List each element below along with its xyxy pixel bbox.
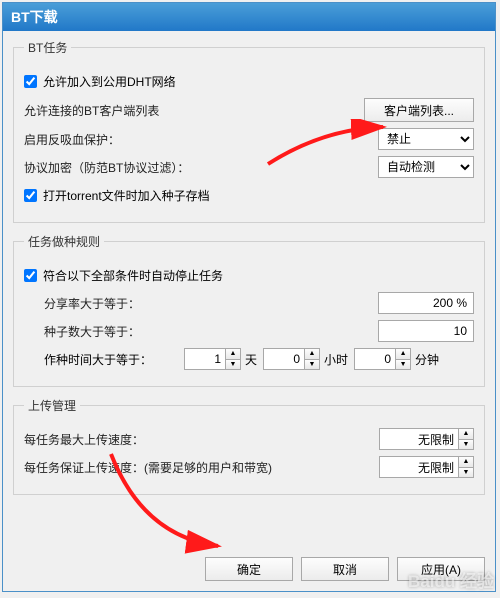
ok-button[interactable]: 确定 bbox=[205, 557, 293, 581]
group-seed-rule: 任务做种规则 符合以下全部条件时自动停止任务 分享率大于等于： 种子数大于等于：… bbox=[13, 233, 485, 387]
legend-seed-rule: 任务做种规则 bbox=[24, 233, 104, 250]
row-guarantee-upload: 每任务保证上传速度：(需要足够的用户和带宽) ▲ ▼ bbox=[24, 456, 474, 478]
spin-up-icon[interactable]: ▲ bbox=[459, 456, 474, 467]
input-max-upload[interactable] bbox=[379, 428, 459, 450]
spin-up-icon[interactable]: ▲ bbox=[396, 348, 411, 359]
label-client-list: 允许连接的BT客户端列表 bbox=[24, 102, 364, 119]
spin-up-icon[interactable]: ▲ bbox=[226, 348, 241, 359]
label-share-ratio: 分享率大于等于： bbox=[44, 295, 378, 312]
content-area: BT任务 允许加入到公用DHT网络 允许连接的BT客户端列表 客户端列表... … bbox=[3, 31, 495, 548]
spin-down-icon[interactable]: ▼ bbox=[459, 439, 474, 451]
input-share-ratio[interactable] bbox=[378, 292, 474, 314]
label-max-upload: 每任务最大上传速度： bbox=[24, 431, 379, 448]
label-encrypt: 协议加密（防范BT协议过滤）： bbox=[24, 159, 378, 176]
group-upload: 上传管理 每任务最大上传速度： ▲ ▼ 每任务保证上传速度：(需要足够的用户和带… bbox=[13, 397, 485, 495]
titlebar: BT下载 bbox=[3, 3, 495, 31]
group-bt-task: BT任务 允许加入到公用DHT网络 允许连接的BT客户端列表 客户端列表... … bbox=[13, 39, 485, 223]
row-archive: 打开torrent文件时加入种子存档 bbox=[24, 184, 474, 206]
row-dht: 允许加入到公用DHT网络 bbox=[24, 70, 474, 92]
unit-mins: 分钟 bbox=[415, 351, 439, 368]
input-mins[interactable] bbox=[354, 348, 396, 370]
row-seed-time: 作种时间大于等于： ▲ ▼ 天 ▲ ▼ 小时 bbox=[24, 348, 474, 370]
checkbox-archive[interactable] bbox=[24, 189, 37, 202]
label-stop-cond: 符合以下全部条件时自动停止任务 bbox=[43, 267, 223, 284]
legend-bt-task: BT任务 bbox=[24, 39, 71, 56]
row-encrypt: 协议加密（防范BT协议过滤）： 自动检测 bbox=[24, 156, 474, 178]
cancel-button[interactable]: 取消 bbox=[301, 557, 389, 581]
input-hours[interactable] bbox=[263, 348, 305, 370]
spin-down-icon[interactable]: ▼ bbox=[459, 467, 474, 479]
label-guarantee-upload: 每任务保证上传速度：(需要足够的用户和带宽) bbox=[24, 459, 379, 476]
spinner-days: ▲ ▼ bbox=[184, 348, 241, 370]
select-anti-leech[interactable]: 禁止 bbox=[378, 128, 474, 150]
unit-hours: 小时 bbox=[324, 351, 348, 368]
legend-upload: 上传管理 bbox=[24, 397, 80, 414]
label-seed-count: 种子数大于等于： bbox=[44, 323, 378, 340]
row-max-upload: 每任务最大上传速度： ▲ ▼ bbox=[24, 428, 474, 450]
unit-days: 天 bbox=[245, 351, 257, 368]
button-bar: 确定 取消 应用(A) bbox=[3, 548, 495, 591]
spin-up-icon[interactable]: ▲ bbox=[305, 348, 320, 359]
row-seed-count: 种子数大于等于： bbox=[24, 320, 474, 342]
spin-down-icon[interactable]: ▼ bbox=[305, 359, 320, 371]
spin-down-icon[interactable]: ▼ bbox=[226, 359, 241, 371]
apply-button[interactable]: 应用(A) bbox=[397, 557, 485, 581]
row-stop-cond: 符合以下全部条件时自动停止任务 bbox=[24, 264, 474, 286]
row-client-list: 允许连接的BT客户端列表 客户端列表... bbox=[24, 98, 474, 122]
dialog-window: BT下载 BT任务 允许加入到公用DHT网络 允许连接的BT客户端列表 客户端列… bbox=[2, 2, 496, 592]
spin-down-icon[interactable]: ▼ bbox=[396, 359, 411, 371]
spinner-mins: ▲ ▼ bbox=[354, 348, 411, 370]
title-text: BT下载 bbox=[11, 9, 58, 25]
label-seed-time: 作种时间大于等于： bbox=[44, 351, 184, 368]
spin-up-icon[interactable]: ▲ bbox=[459, 428, 474, 439]
input-seed-count[interactable] bbox=[378, 320, 474, 342]
select-encrypt[interactable]: 自动检测 bbox=[378, 156, 474, 178]
checkbox-dht[interactable] bbox=[24, 75, 37, 88]
client-list-button[interactable]: 客户端列表... bbox=[364, 98, 474, 122]
label-anti-leech: 启用反吸血保护： bbox=[24, 131, 378, 148]
label-dht: 允许加入到公用DHT网络 bbox=[43, 73, 176, 90]
label-archive: 打开torrent文件时加入种子存档 bbox=[43, 187, 210, 204]
row-anti-leech: 启用反吸血保护： 禁止 bbox=[24, 128, 474, 150]
input-days[interactable] bbox=[184, 348, 226, 370]
spinner-hours: ▲ ▼ bbox=[263, 348, 320, 370]
row-share-ratio: 分享率大于等于： bbox=[24, 292, 474, 314]
spinner-max-upload: ▲ ▼ bbox=[379, 428, 474, 450]
spinner-guarantee-upload: ▲ ▼ bbox=[379, 456, 474, 478]
input-guarantee-upload[interactable] bbox=[379, 456, 459, 478]
checkbox-stop-cond[interactable] bbox=[24, 269, 37, 282]
